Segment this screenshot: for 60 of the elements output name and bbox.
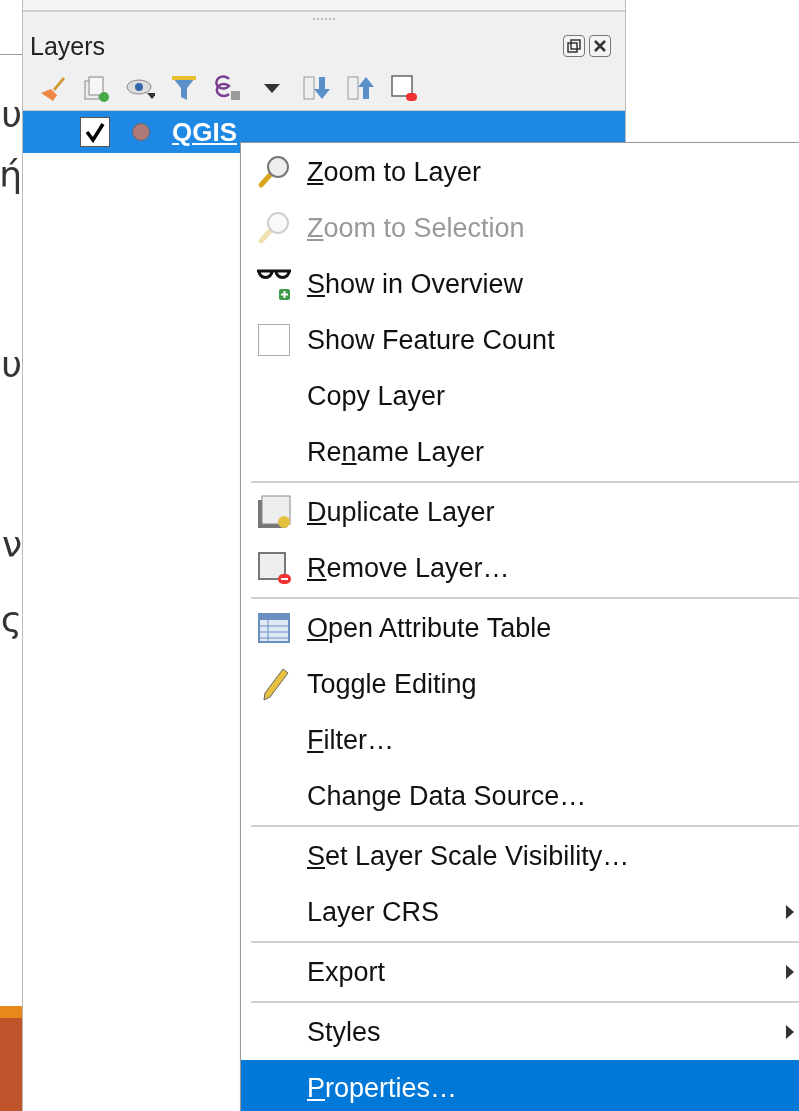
menu-item[interactable]: Duplicate Layer: [241, 484, 799, 540]
submenu-arrow-icon: [785, 904, 795, 920]
grip-icon: [312, 17, 336, 21]
menu-item-label: Open Attribute Table: [307, 612, 552, 644]
slide-text: υ: [1, 345, 22, 385]
remove-layer-icon: [256, 550, 292, 586]
magnifier-icon: [256, 210, 292, 246]
menu-item-label: Show in Overview: [307, 268, 524, 300]
menu-item[interactable]: Filter…: [241, 712, 799, 768]
expand-all-icon[interactable]: [301, 73, 331, 103]
menu-item[interactable]: Remove Layer…: [241, 540, 799, 596]
menu-item-label: Copy Layer: [307, 380, 446, 412]
menu-item-label: Change Data Source…: [307, 780, 587, 812]
menu-item-label: Properties…: [307, 1072, 458, 1104]
slide-text: ή: [0, 155, 22, 195]
menu-item[interactable]: Rename Layer: [241, 424, 799, 480]
menu-item[interactable]: Set Layer Scale Visibility…: [241, 828, 799, 884]
duplicate-icon: [256, 494, 292, 530]
menu-item[interactable]: Open Attribute Table: [241, 600, 799, 656]
menu-item-label: Zoom to Layer: [307, 156, 482, 188]
layer-name: QGIS: [172, 116, 237, 148]
add-group-icon[interactable]: [81, 73, 111, 103]
menu-item[interactable]: Export: [241, 944, 799, 1000]
menu-item-label: Filter…: [307, 724, 394, 756]
menu-item-label: Layer CRS: [307, 896, 440, 928]
menu-item[interactable]: Layer CRS: [241, 884, 799, 940]
submenu-arrow-icon: [785, 964, 795, 980]
float-icon: [567, 39, 581, 53]
filter-icon[interactable]: [169, 73, 199, 103]
menu-item[interactable]: Copy Layer: [241, 368, 799, 424]
close-button[interactable]: [589, 35, 611, 57]
expression-icon[interactable]: [213, 73, 243, 103]
float-button[interactable]: [563, 35, 585, 57]
menu-item-label: Show Feature Count: [307, 324, 555, 356]
menu-item-label: Styles: [307, 1016, 381, 1048]
menu-item[interactable]: Properties…: [241, 1060, 799, 1111]
magnifier-icon: [256, 154, 292, 190]
menu-item[interactable]: Styles: [241, 1004, 799, 1060]
layer-checkbox[interactable]: [80, 117, 110, 147]
menu-item[interactable]: Toggle Editing: [241, 656, 799, 712]
menu-item-label: Set Layer Scale Visibility…: [307, 840, 630, 872]
slide-text: ν: [1, 525, 22, 565]
checkbox[interactable]: [258, 324, 290, 356]
submenu-arrow-icon: [785, 1024, 795, 1040]
menu-item[interactable]: Show Feature Count: [241, 312, 799, 368]
panel-title: Layers: [30, 31, 106, 61]
menu-item-label: Rename Layer: [307, 436, 485, 468]
menu-item-label: Toggle Editing: [307, 668, 477, 700]
slide-text: υ: [1, 95, 22, 135]
menu-item[interactable]: Show in Overview: [241, 256, 799, 312]
menu-item-label: Duplicate Layer: [307, 496, 495, 528]
close-icon: [593, 39, 607, 53]
menu-item-label: Remove Layer…: [307, 552, 510, 584]
table-icon: [257, 611, 291, 645]
remove-layer-icon[interactable]: [389, 73, 419, 103]
slide-text: ς: [0, 600, 22, 640]
menu-item-label: Export: [307, 956, 386, 988]
collapse-all-icon[interactable]: [345, 73, 375, 103]
menu-item[interactable]: Change Data Source…: [241, 768, 799, 824]
menu-item-label: Zoom to Selection: [307, 212, 525, 244]
